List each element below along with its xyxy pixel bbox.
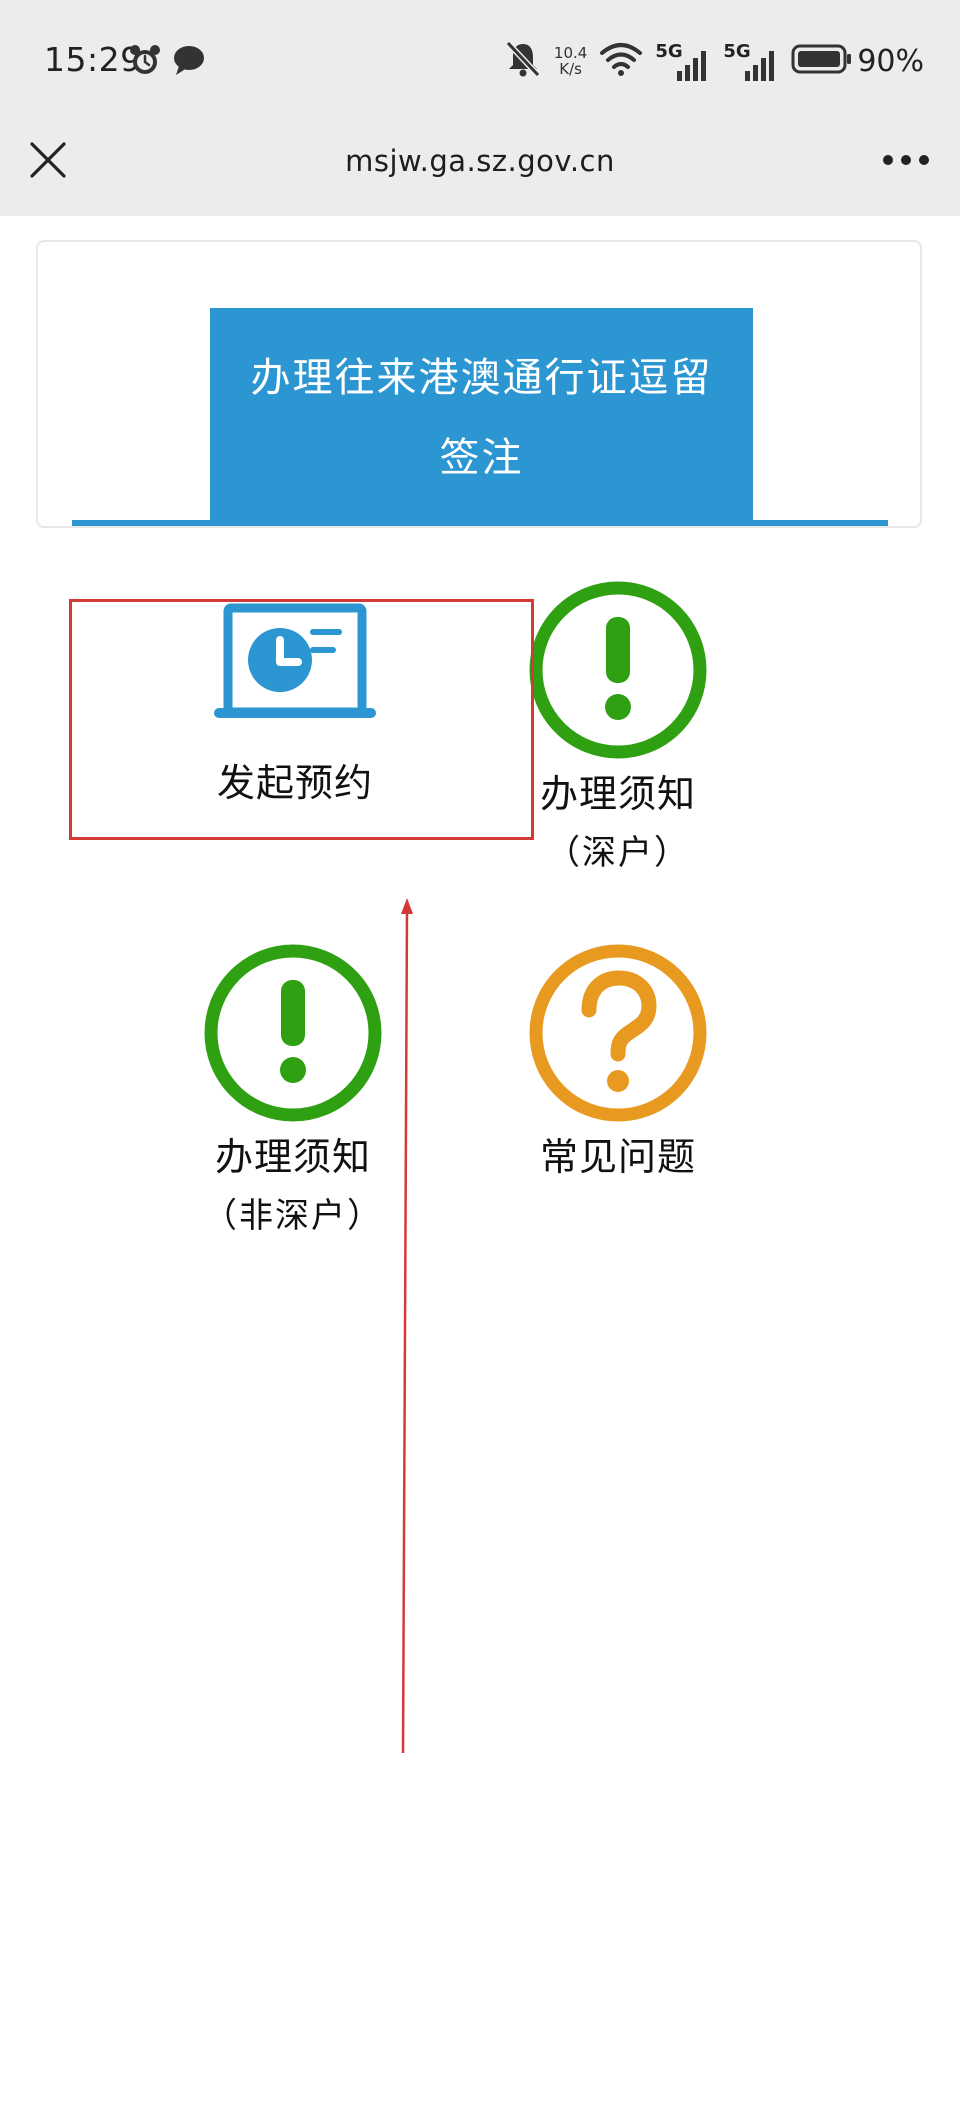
mute-bell-icon <box>504 39 542 83</box>
network-speed-unit: K/s <box>559 60 582 78</box>
network-speed-value: 10.4 <box>553 44 588 62</box>
menu-item-sublabel: （深户） <box>546 833 690 873</box>
more-dots-icon <box>883 155 929 165</box>
status-right-group: 10.4 K/s 5G 5G 90% <box>504 34 924 88</box>
title-card: 办理往来港澳通行证逗留签注 <box>36 240 922 528</box>
battery-icon <box>791 43 853 79</box>
signal-5g-1: 5G <box>655 41 711 81</box>
question-circle-icon <box>523 938 713 1128</box>
alarm-icon <box>127 42 163 82</box>
status-notification-icons <box>127 42 207 82</box>
wifi-icon <box>599 41 643 81</box>
menu-item-label: 常见问题 <box>539 1135 696 1179</box>
page-url: msjw.ga.sz.gov.cn <box>345 144 615 178</box>
exclamation-circle-icon <box>198 938 388 1128</box>
signal-bars-icon <box>677 51 707 81</box>
faq-button[interactable]: 常见问题 <box>468 938 768 1188</box>
guide-shenzhen-hukou-button[interactable]: 办理须知 （深户） <box>468 575 768 881</box>
more-options-button[interactable] <box>878 138 934 182</box>
page-title: 办理往来港澳通行证逗留签注 <box>210 308 753 524</box>
browser-header: msjw.ga.sz.gov.cn <box>0 122 960 216</box>
title-underline <box>72 520 888 526</box>
signal-bars-icon <box>745 51 775 81</box>
status-bar: 15:29 10.4 K/s 5G 5G 90% <box>0 0 960 122</box>
start-appointment-button[interactable]: 发起预约 <box>145 592 445 814</box>
menu-item-label: 发起预约 <box>216 761 373 805</box>
up-arrow-icon <box>392 898 418 1758</box>
battery-percent: 90% <box>857 43 924 79</box>
menu-item-label: 办理须知 <box>539 772 696 816</box>
network-speed: 10.4 K/s <box>554 45 587 77</box>
chat-bubble-icon <box>171 42 207 82</box>
signal-5g-2: 5G <box>723 41 779 81</box>
battery-indicator: 90% <box>791 43 924 79</box>
exclamation-circle-icon <box>523 575 713 765</box>
